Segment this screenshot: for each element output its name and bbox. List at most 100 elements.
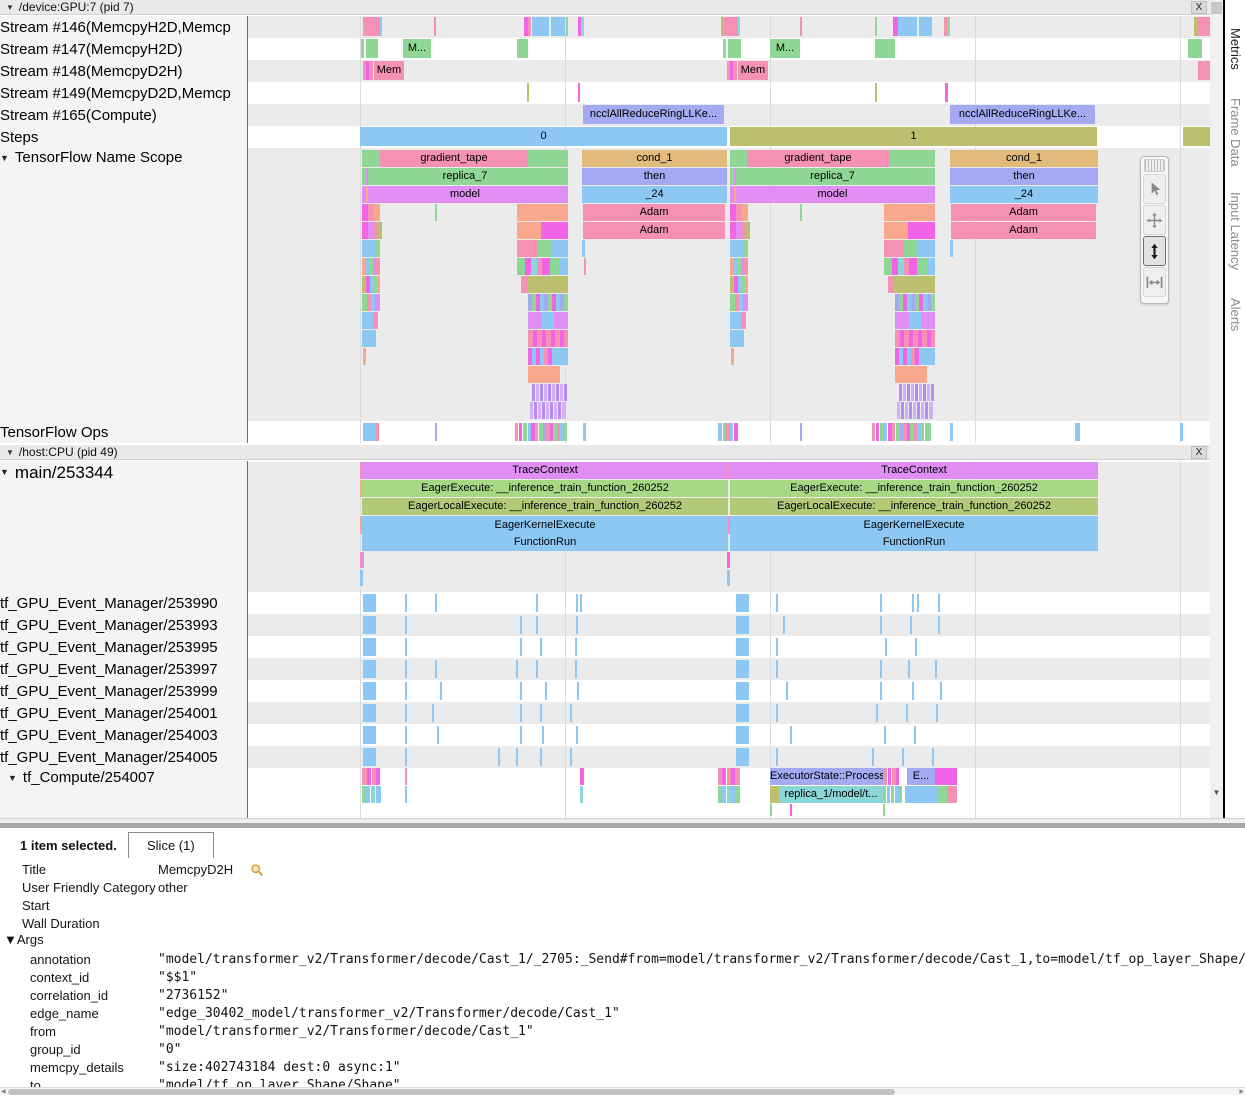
trace-event-bar[interactable]: [898, 17, 917, 36]
trace-event-bar[interactable]: [730, 312, 742, 329]
trace-event-bar[interactable]: [950, 240, 953, 257]
trace-event-bar[interactable]: [552, 348, 568, 365]
trace-event-bar[interactable]: ncclAllReduceRingLLKe...: [950, 105, 1095, 124]
trace-event-bar[interactable]: [532, 17, 549, 36]
trace-event-bar[interactable]: [536, 660, 538, 678]
trace-event-bar[interactable]: [909, 258, 917, 275]
trace-event-bar[interactable]: [580, 768, 584, 785]
trace-event-bar[interactable]: [578, 83, 580, 102]
trace-event-bar[interactable]: [517, 258, 525, 275]
trace-event-bar[interactable]: [552, 384, 555, 401]
trace-event-bar[interactable]: [888, 768, 891, 785]
trace-event-bar[interactable]: [895, 312, 909, 329]
trace-event-bar[interactable]: [583, 423, 586, 441]
trace-event-bar[interactable]: [437, 726, 439, 744]
trace-event-bar[interactable]: [366, 39, 378, 58]
trace-event-bar[interactable]: E...: [907, 768, 935, 785]
trace-event-bar[interactable]: [880, 660, 882, 678]
trace-event-bar[interactable]: [800, 204, 802, 221]
trace-event-bar[interactable]: [575, 660, 577, 678]
section-header-gpu[interactable]: ▼/device:GPU:7 (pid 7)X: [0, 0, 1223, 15]
trace-event-bar[interactable]: [925, 402, 928, 419]
trace-event-bar[interactable]: [1198, 61, 1210, 80]
trace-event-bar[interactable]: [917, 594, 919, 612]
trace-event-bar[interactable]: [363, 638, 376, 656]
trace-event-bar[interactable]: [528, 366, 560, 383]
trace-event-bar[interactable]: [363, 660, 376, 678]
trace-event-bar[interactable]: [914, 276, 935, 293]
trace-event-bar[interactable]: [929, 402, 933, 419]
trace-event-bar[interactable]: [733, 61, 737, 80]
trace-event-bar[interactable]: [913, 402, 916, 419]
trace-event-bar[interactable]: [367, 768, 371, 785]
vertical-scrollbar-thumb[interactable]: [1211, 2, 1222, 14]
trace-event-bar[interactable]: then: [582, 168, 727, 185]
trace-event-bar[interactable]: [790, 804, 792, 816]
trace-event-bar[interactable]: [435, 204, 437, 221]
track-label[interactable]: ▼main/253344: [0, 462, 247, 592]
trace-event-bar[interactable]: [540, 384, 543, 401]
trace-event-bar[interactable]: [540, 748, 542, 766]
trace-event-bar[interactable]: replica_1/model/t...: [779, 786, 883, 803]
trace-event-bar[interactable]: FunctionRun: [362, 534, 728, 551]
trace-event-bar[interactable]: [932, 748, 934, 766]
trace-event-bar[interactable]: [731, 348, 734, 365]
trace-event-bar[interactable]: [363, 423, 376, 441]
trace-event-bar[interactable]: [528, 17, 531, 36]
trace-event-bar[interactable]: [912, 594, 914, 612]
track-label[interactable]: ▼tf_Compute/254007: [0, 768, 255, 818]
trace-event-bar[interactable]: [536, 384, 539, 401]
trace-event-bar[interactable]: [576, 594, 578, 612]
trace-event-bar[interactable]: [923, 384, 926, 401]
trace-event-bar[interactable]: then: [950, 168, 1098, 185]
trace-event-bar[interactable]: [735, 768, 740, 785]
trace-event-bar[interactable]: [542, 312, 554, 329]
trace-event-bar[interactable]: [880, 594, 882, 612]
trace-event-bar[interactable]: [876, 423, 879, 441]
trace-event-bar[interactable]: [736, 704, 749, 722]
trace-event-bar[interactable]: [915, 384, 918, 401]
trace-event-bar[interactable]: [520, 682, 522, 700]
trace-event-bar[interactable]: [947, 786, 957, 803]
trace-event-bar[interactable]: [362, 150, 380, 167]
trace-event-bar[interactable]: model: [730, 186, 935, 203]
trace-event-bar[interactable]: [520, 616, 522, 634]
trace-event-bar[interactable]: [520, 726, 522, 744]
trace-event-bar[interactable]: [889, 150, 935, 167]
trace-event-bar[interactable]: [921, 402, 924, 419]
trace-event-bar[interactable]: [528, 150, 568, 167]
trace-event-bar[interactable]: [516, 660, 518, 678]
trace-event-bar[interactable]: [550, 258, 560, 275]
trace-event-bar[interactable]: Mem: [738, 61, 768, 80]
trace-event-bar[interactable]: [935, 660, 937, 678]
trace-event-bar[interactable]: [435, 660, 437, 678]
trace-event-bar[interactable]: [558, 402, 561, 419]
trace-event-bar[interactable]: [540, 638, 542, 656]
trace-event-bar[interactable]: [908, 660, 910, 678]
trace-event-bar[interactable]: [927, 384, 930, 401]
trace-event-bar[interactable]: [907, 384, 910, 401]
trace-event-bar[interactable]: [728, 39, 741, 58]
trace-event-bar[interactable]: EagerExecute: __inference_train_function…: [730, 480, 1098, 497]
trace-event-bar[interactable]: [919, 17, 932, 36]
trace-event-bar[interactable]: [931, 384, 934, 401]
trace-event-bar[interactable]: [1197, 17, 1210, 36]
trace-event-bar[interactable]: [722, 786, 726, 803]
trace-event-bar[interactable]: [562, 402, 566, 419]
trace-event-bar[interactable]: EagerLocalExecute: __inference_train_fun…: [362, 498, 728, 515]
trace-event-bar[interactable]: [376, 240, 380, 257]
section-header-cpu[interactable]: ▼/host:CPU (pid 49)X: [0, 445, 1223, 460]
trace-event-bar[interactable]: [405, 748, 407, 766]
trace-event-bar[interactable]: [405, 786, 407, 803]
magnifier-icon[interactable]: [250, 863, 264, 880]
trace-event-bar[interactable]: [880, 682, 882, 700]
scroll-down-icon[interactable]: ▼: [1210, 786, 1223, 800]
tool-palette-grip[interactable]: [1144, 159, 1165, 172]
trace-event-bar[interactable]: [896, 768, 899, 785]
side-tab-input-latency[interactable]: Input Latency: [1228, 192, 1243, 270]
trace-event-bar[interactable]: [556, 384, 559, 401]
trace-event-bar[interactable]: [546, 402, 549, 419]
trace-event-bar[interactable]: [927, 258, 935, 275]
trace-event-bar[interactable]: ncclAllReduceRingLLKe...: [583, 105, 724, 124]
trace-event-bar[interactable]: [580, 786, 583, 803]
